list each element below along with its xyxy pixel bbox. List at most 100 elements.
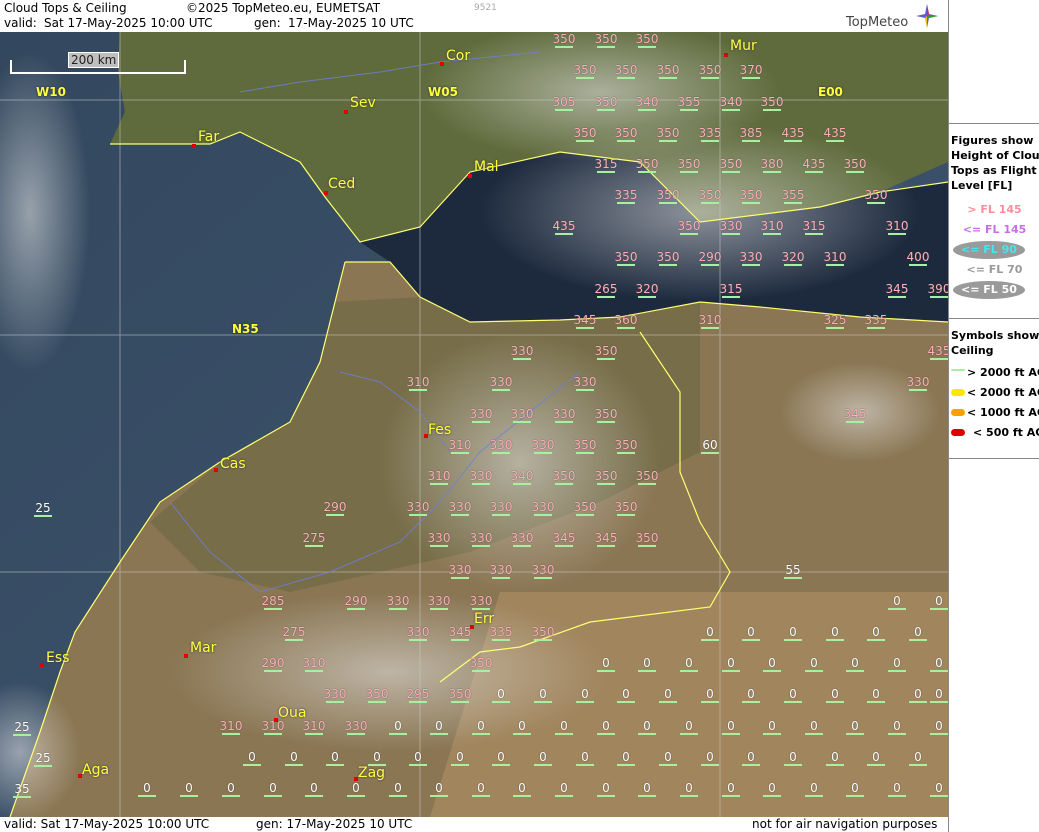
flight-level-value: 350 bbox=[594, 469, 618, 485]
city-zag[interactable]: Zag bbox=[358, 765, 385, 781]
city-cor[interactable]: Cor bbox=[446, 48, 470, 64]
city-far[interactable]: Far bbox=[198, 129, 219, 145]
logo-text: TopMeteo bbox=[846, 15, 909, 30]
ceiling-value: 0 bbox=[425, 720, 453, 735]
ceiling-value: 0 bbox=[904, 626, 932, 641]
flight-level-value: 345 bbox=[594, 531, 618, 547]
flight-level-value: 305 bbox=[552, 95, 576, 111]
ceiling-value: 0 bbox=[633, 720, 661, 735]
flight-level-value: 330 bbox=[510, 531, 534, 547]
flight-level-value: 340 bbox=[510, 469, 534, 485]
flight-level-value: 350 bbox=[448, 687, 472, 703]
flight-level-value: 345 bbox=[843, 407, 867, 423]
city-sev[interactable]: Sev bbox=[350, 95, 376, 111]
legend-fl-above-145: > FL 145 bbox=[967, 203, 1022, 216]
flight-level-value: 350 bbox=[573, 500, 597, 516]
flight-level-value: 350 bbox=[635, 531, 659, 547]
ceiling-value: 0 bbox=[737, 626, 765, 641]
ceiling-value: 0 bbox=[612, 751, 640, 766]
city-marker-sev bbox=[344, 110, 348, 114]
flight-level-value: 330 bbox=[510, 344, 534, 360]
flight-level-value: 350 bbox=[635, 32, 659, 48]
ceiling-value: 25 bbox=[34, 751, 52, 767]
ceiling-value: 0 bbox=[571, 688, 599, 703]
ceiling-value: 0 bbox=[696, 688, 724, 703]
symbols-title-2: Ceiling bbox=[951, 344, 994, 357]
flight-level-value: 435 bbox=[927, 344, 948, 360]
city-mar[interactable]: Mar bbox=[190, 640, 216, 656]
flight-level-value: 350 bbox=[677, 219, 701, 235]
grid-label-w10: W10 bbox=[36, 85, 66, 99]
city-mal[interactable]: Mal bbox=[474, 159, 499, 175]
ceiling-value: 0 bbox=[133, 782, 161, 797]
flight-level-value: 345 bbox=[885, 282, 909, 298]
city-ess[interactable]: Ess bbox=[46, 650, 69, 666]
flight-level-value: 55 bbox=[784, 563, 802, 579]
gen-label: gen: bbox=[254, 16, 281, 30]
flight-level-value: 340 bbox=[719, 95, 743, 111]
city-mur[interactable]: Mur bbox=[730, 38, 757, 54]
ceiling-symbol-above-2000 bbox=[951, 369, 965, 371]
flight-level-value: 330 bbox=[531, 438, 555, 454]
flight-level-value: 385 bbox=[739, 126, 763, 142]
legend-divider bbox=[949, 318, 1039, 319]
ceiling-value: 0 bbox=[675, 720, 703, 735]
topmeteo-logo[interactable]: TopMeteo bbox=[846, 4, 938, 30]
satellite-map[interactable]: 200 km W10 W05 E00 N35 Cor Mur Sev Far C… bbox=[0, 32, 948, 817]
flight-level-value: 325 bbox=[823, 313, 847, 329]
ceiling-value: 0 bbox=[883, 782, 911, 797]
ceiling-value: 0 bbox=[925, 782, 948, 797]
ceiling-value: 0 bbox=[779, 751, 807, 766]
ceiling-value: 0 bbox=[363, 751, 391, 766]
flight-level-value: 350 bbox=[594, 32, 618, 48]
ceiling-value: 0 bbox=[779, 626, 807, 641]
ceiling-value: 0 bbox=[717, 657, 745, 672]
ceiling-value: 0 bbox=[779, 688, 807, 703]
flight-level-value: 330 bbox=[448, 563, 472, 579]
header: Cloud Tops & Ceiling ©2025 TopMeteo.eu, … bbox=[0, 0, 948, 32]
ceiling-value: 0 bbox=[508, 782, 536, 797]
flight-level-value: 320 bbox=[635, 282, 659, 298]
flight-level-value: 345 bbox=[448, 625, 472, 641]
ceiling-value: 0 bbox=[425, 782, 453, 797]
figures-title-3: Tops as Flight bbox=[951, 164, 1037, 177]
city-fes[interactable]: Fes bbox=[428, 422, 451, 438]
flight-level-value: 350 bbox=[739, 188, 763, 204]
ceiling-value: 0 bbox=[925, 720, 948, 735]
ceiling-value: 0 bbox=[862, 626, 890, 641]
city-cas[interactable]: Cas bbox=[220, 456, 246, 472]
flight-level-value: 275 bbox=[282, 625, 306, 641]
ceiling-value: 0 bbox=[841, 720, 869, 735]
flight-level-value: 310 bbox=[406, 375, 430, 391]
flight-level-value: 330 bbox=[469, 594, 493, 610]
city-ced[interactable]: Ced bbox=[328, 176, 355, 192]
flight-level-value: 350 bbox=[677, 157, 701, 173]
flight-level-value: 350 bbox=[573, 126, 597, 142]
grid-label-e00: E00 bbox=[818, 85, 843, 99]
legend-fl-90: <= FL 90 bbox=[953, 241, 1025, 259]
flight-level-value: 330 bbox=[323, 687, 347, 703]
flight-level-value: 350 bbox=[531, 625, 555, 641]
ceiling-value: 0 bbox=[384, 720, 412, 735]
flight-level-value: 335 bbox=[489, 625, 513, 641]
ceiling-value: 0 bbox=[280, 751, 308, 766]
flight-level-value: 350 bbox=[614, 63, 638, 79]
flight-level-value: 350 bbox=[594, 407, 618, 423]
flight-level-value: 310 bbox=[219, 719, 243, 735]
city-marker-mur bbox=[724, 53, 728, 57]
flight-level-value: 290 bbox=[698, 250, 722, 266]
flight-level-value: 350 bbox=[469, 656, 493, 672]
flight-level-value: 350 bbox=[864, 188, 888, 204]
city-aga[interactable]: Aga bbox=[82, 762, 109, 778]
flight-level-value: 400 bbox=[906, 250, 930, 266]
ceiling-label-below-500: < 500 ft AGL bbox=[973, 426, 1039, 439]
flight-level-value: 350 bbox=[573, 63, 597, 79]
ceiling-value: 0 bbox=[883, 657, 911, 672]
ceiling-value: 0 bbox=[821, 751, 849, 766]
flight-level-value: 350 bbox=[552, 469, 576, 485]
ceiling-value: 0 bbox=[883, 720, 911, 735]
flight-level-value: 285 bbox=[261, 594, 285, 610]
figures-title-4: Level [FL] bbox=[951, 179, 1013, 192]
flight-level-value: 380 bbox=[760, 157, 784, 173]
flight-level-value: 310 bbox=[427, 469, 451, 485]
